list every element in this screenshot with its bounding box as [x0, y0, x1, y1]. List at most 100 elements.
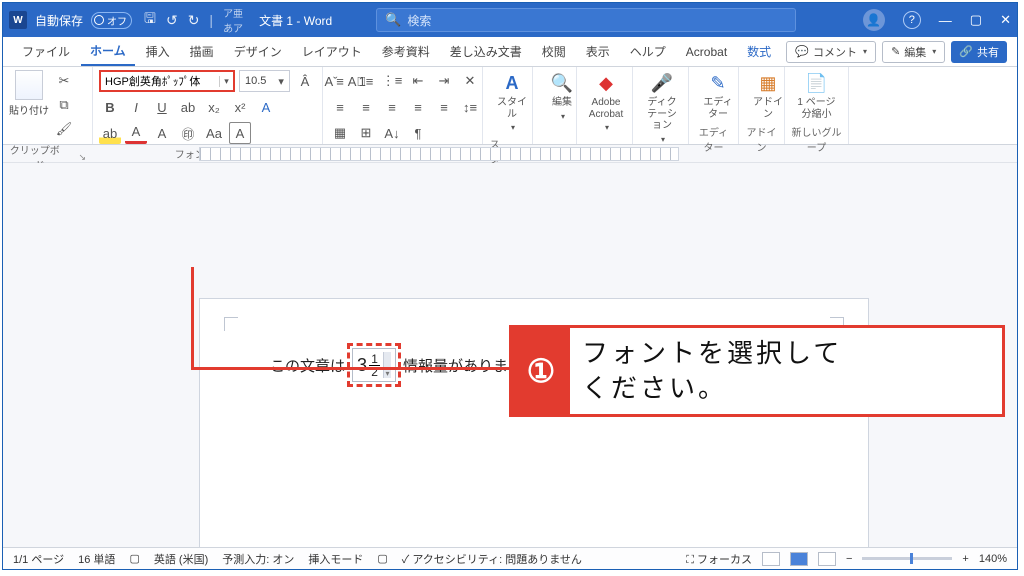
- zoom-level[interactable]: 140%: [979, 553, 1007, 565]
- justify-icon[interactable]: ≡: [407, 96, 429, 118]
- group-dictation: 🎤ディクテーション▾ 音声: [633, 67, 689, 144]
- zoom-in-button[interactable]: +: [962, 553, 968, 565]
- equation-selection[interactable]: 3 1 2: [347, 343, 401, 387]
- align-center-icon[interactable]: ≡: [355, 96, 377, 118]
- styles-button[interactable]: Aスタイル▾: [489, 70, 535, 134]
- format-painter-icon[interactable]: 🖌: [53, 118, 75, 140]
- print-view-icon[interactable]: [790, 552, 808, 566]
- sort-icon[interactable]: A↓: [381, 122, 403, 144]
- autosave-toggle[interactable]: オフ: [91, 12, 132, 29]
- copy-icon[interactable]: ⧉: [53, 94, 75, 116]
- status-page[interactable]: 1/1 ページ: [13, 551, 64, 567]
- help-icon[interactable]: ?: [903, 11, 921, 29]
- strike-button[interactable]: ab: [177, 96, 199, 118]
- tab-design[interactable]: デザイン: [225, 38, 291, 65]
- char-shading-icon[interactable]: A: [151, 122, 173, 144]
- equation-box[interactable]: 3 1 2: [352, 348, 396, 382]
- paste-button[interactable]: 貼り付け: [9, 70, 49, 117]
- shrink-one-page-button[interactable]: 📄1 ページ分縮小: [791, 70, 842, 122]
- font-size-combo[interactable]: 10.5▾: [239, 70, 290, 92]
- align-left-icon[interactable]: ≡: [329, 96, 351, 118]
- highlight-color-icon[interactable]: ab: [99, 122, 121, 144]
- italic-button[interactable]: I: [125, 96, 147, 118]
- status-insert[interactable]: 挿入モード: [308, 551, 363, 567]
- equation-dropdown-handle[interactable]: [383, 352, 391, 378]
- align-right-icon[interactable]: ≡: [381, 96, 403, 118]
- word-icon: W: [9, 11, 27, 29]
- asian-layout-icon[interactable]: ✕: [459, 70, 481, 92]
- tab-home[interactable]: ホーム: [81, 37, 135, 66]
- group-clipboard: 貼り付け ✂ ⧉ 🖌 クリップボード↘: [3, 67, 93, 144]
- close-button[interactable]: ✕: [1000, 12, 1011, 28]
- zoom-out-button[interactable]: −: [846, 553, 852, 565]
- border-icon[interactable]: ⊞: [355, 122, 377, 144]
- char-border-icon[interactable]: A: [229, 122, 251, 144]
- account-avatar[interactable]: 👤: [863, 9, 885, 31]
- minimize-button[interactable]: —: [939, 13, 952, 28]
- save-icon[interactable]: 🖫: [144, 8, 156, 32]
- web-view-icon[interactable]: [818, 552, 836, 566]
- group-acrobat: ◆Adobe Acrobat▾: [577, 67, 633, 144]
- search-placeholder: 検索: [407, 12, 431, 29]
- editor-button[interactable]: ✎エディター: [695, 70, 741, 122]
- bullets-icon[interactable]: ≡: [329, 70, 351, 92]
- line-spacing-icon[interactable]: ↕≡: [459, 96, 481, 118]
- tab-review[interactable]: 校閲: [533, 38, 575, 65]
- tab-view[interactable]: 表示: [577, 38, 619, 65]
- equation-content: 3 1 2: [357, 353, 380, 378]
- dictation-button[interactable]: 🎤ディクテーション▾: [639, 70, 685, 146]
- tab-draw[interactable]: 描画: [181, 38, 223, 65]
- spellcheck-icon[interactable]: ▢: [129, 552, 139, 565]
- tab-acrobat[interactable]: Acrobat: [677, 40, 736, 64]
- tab-layout[interactable]: レイアウト: [293, 38, 371, 65]
- grow-font-icon[interactable]: Â: [294, 70, 316, 92]
- read-view-icon[interactable]: [762, 552, 780, 566]
- font-name-combo[interactable]: ▾: [99, 70, 235, 92]
- search-box[interactable]: 🔍 検索: [376, 8, 796, 32]
- shading-icon[interactable]: ▦: [329, 122, 351, 144]
- status-words[interactable]: 16 単語: [78, 551, 115, 567]
- font-name-input[interactable]: [101, 75, 219, 87]
- editing-mode-button[interactable]: ✎ 編集 ▾: [882, 41, 945, 63]
- decrease-indent-icon[interactable]: ⇤: [407, 70, 429, 92]
- margin-corner-tl: [224, 317, 238, 331]
- text-effects-icon[interactable]: A: [255, 96, 277, 118]
- macro-icon[interactable]: ▢: [377, 552, 387, 565]
- numbering-icon[interactable]: 1≡: [355, 70, 377, 92]
- qat-separator: |: [209, 12, 213, 28]
- zoom-slider[interactable]: [862, 557, 952, 560]
- clipboard-icon: [15, 70, 43, 100]
- focus-mode-button[interactable]: ⛶ フォーカス: [686, 551, 752, 567]
- cut-icon[interactable]: ✂: [53, 70, 75, 92]
- redo-icon[interactable]: ↻: [188, 12, 200, 29]
- status-predict[interactable]: 予測入力: オン: [222, 551, 294, 567]
- phonetic-guide-icon[interactable]: Aa: [203, 122, 225, 144]
- undo-icon[interactable]: ↺: [166, 12, 178, 29]
- increase-indent-icon[interactable]: ⇥: [433, 70, 455, 92]
- status-lang[interactable]: 英語 (米国): [154, 551, 208, 567]
- document-text-line[interactable]: この文章は 3 1 2 情報量があります: [270, 343, 549, 387]
- tab-equation[interactable]: 数式: [738, 38, 780, 65]
- maximize-button[interactable]: ▢: [970, 12, 982, 28]
- tab-file[interactable]: ファイル: [13, 38, 79, 65]
- font-color-icon[interactable]: A: [125, 122, 147, 144]
- chevron-down-icon[interactable]: ▾: [219, 76, 233, 87]
- multilevel-icon[interactable]: ⋮≡: [381, 70, 403, 92]
- comments-button[interactable]: 💬 コメント ▾: [786, 41, 876, 63]
- subscript-button[interactable]: x₂: [203, 96, 225, 118]
- underline-button[interactable]: U: [151, 96, 173, 118]
- show-marks-icon[interactable]: ¶: [407, 122, 429, 144]
- enclose-char-icon[interactable]: ㊞: [177, 122, 199, 144]
- qat-more[interactable]: ア亜あア: [223, 5, 243, 35]
- ribbon-tabs: ファイル ホーム 挿入 描画 デザイン レイアウト 参考資料 差し込み文書 校閲…: [3, 37, 1017, 67]
- tab-insert[interactable]: 挿入: [137, 38, 179, 65]
- acrobat-button[interactable]: ◆Adobe Acrobat▾: [583, 70, 629, 134]
- share-button[interactable]: 🔗 共有: [951, 41, 1007, 63]
- tab-references[interactable]: 参考資料: [373, 38, 439, 65]
- superscript-button[interactable]: x²: [229, 96, 251, 118]
- status-accessibility[interactable]: ✓ アクセシビリティ: 問題ありません: [402, 551, 582, 567]
- distribute-icon[interactable]: ≡: [433, 96, 455, 118]
- bold-button[interactable]: B: [99, 96, 121, 118]
- tab-mailings[interactable]: 差し込み文書: [441, 38, 531, 65]
- tab-help[interactable]: ヘルプ: [621, 38, 675, 65]
